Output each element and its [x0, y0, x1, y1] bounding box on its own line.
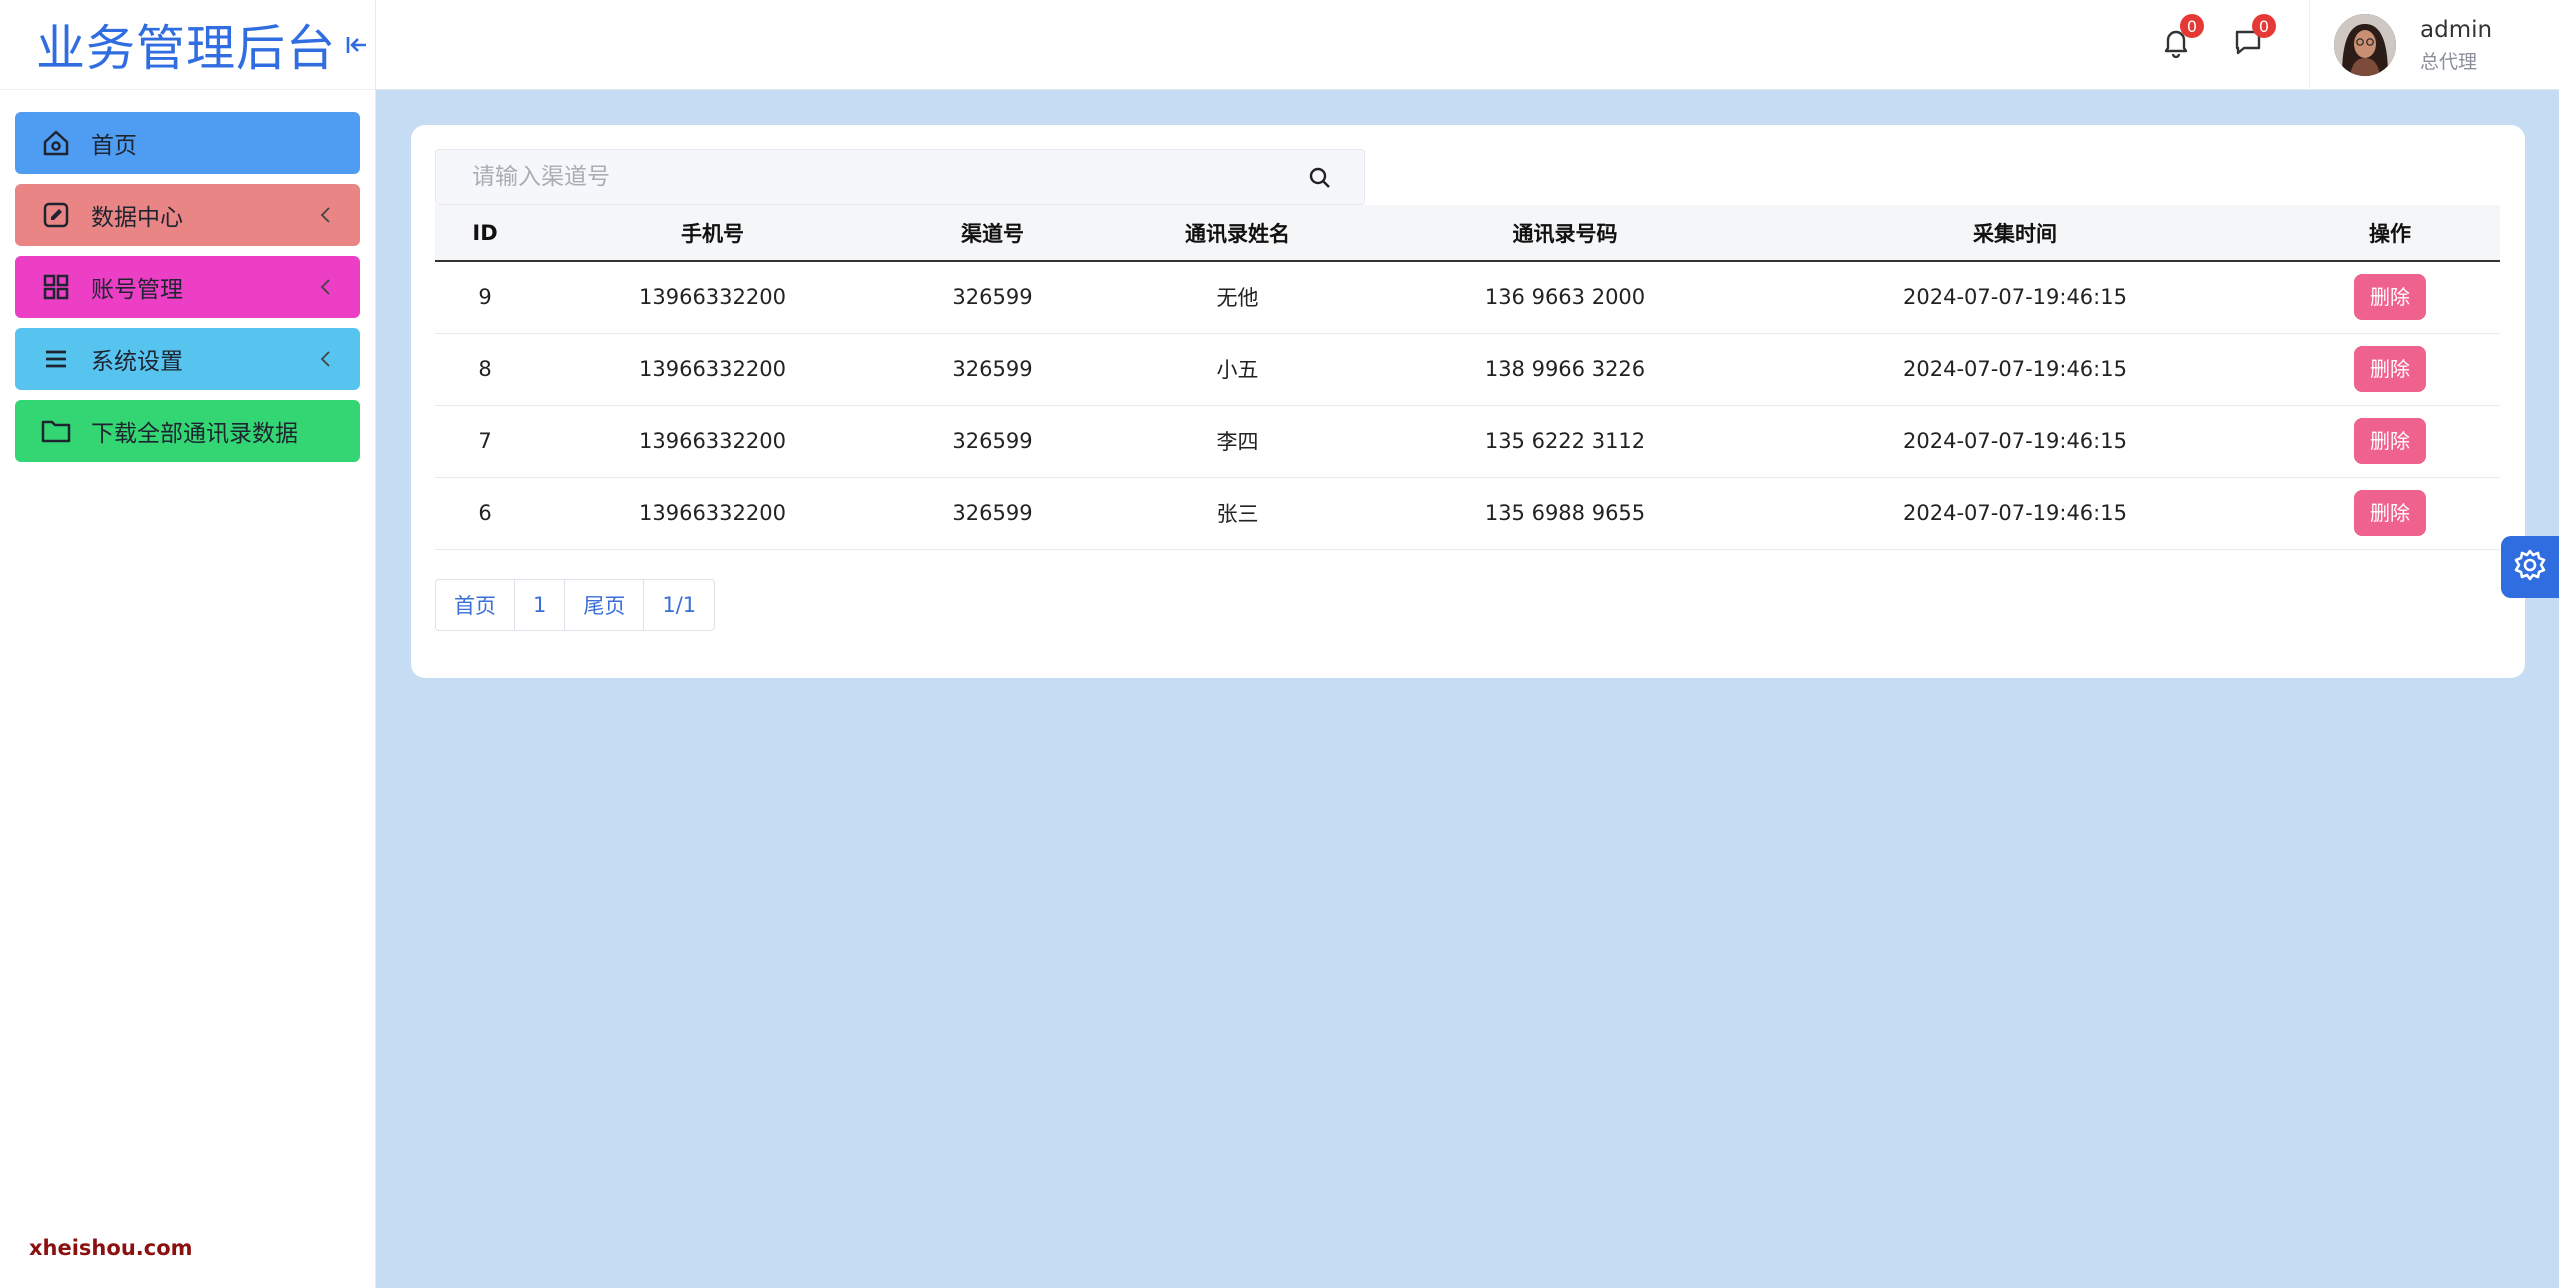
cell-contact-number: 135 6988 9655 — [1380, 477, 1750, 550]
cell-id: 9 — [435, 261, 535, 334]
sidebar-item-settings[interactable]: 系统设置 — [15, 328, 360, 390]
sidebar-item-download[interactable]: 下载全部通讯录数据 — [15, 400, 360, 462]
page-last-button[interactable]: 尾页 — [565, 580, 645, 630]
sidebar-item-home[interactable]: 首页 — [15, 112, 360, 174]
chevron-left-icon — [316, 277, 336, 297]
cell-contact-name: 无他 — [1095, 261, 1380, 334]
user-name: admin — [2420, 16, 2493, 43]
cell-id: 7 — [435, 405, 535, 478]
page-summary: 1/1 — [662, 593, 697, 617]
cell-collected-time: 2024-07-07-19:46:15 — [1750, 477, 2280, 550]
messages-button[interactable]: 0 — [2226, 14, 2276, 66]
footer-link[interactable]: xheishou.com — [29, 1236, 193, 1260]
delete-button[interactable]: 删除 — [2354, 490, 2426, 536]
cell-channel: 326599 — [890, 333, 1095, 406]
table-row: 6 13966332200 326599 张三 135 6988 9655 20… — [435, 477, 2500, 550]
delete-button[interactable]: 删除 — [2354, 274, 2426, 321]
cell-action: 删除 — [2280, 261, 2500, 334]
channel-search-input[interactable] — [436, 150, 1364, 204]
sidebar-item-account[interactable]: 账号管理 — [15, 256, 360, 318]
column-header: ID — [435, 205, 535, 262]
pagination: 首页 1 尾页 1/1 — [435, 579, 716, 631]
brand-header: 业务管理后台 — [0, 0, 375, 90]
cell-collected-time: 2024-07-07-19:46:15 — [1750, 261, 2280, 334]
cell-contact-number: 138 9966 3226 — [1380, 333, 1750, 406]
cell-contact-name: 小五 — [1095, 333, 1380, 406]
cell-contact-name: 李四 — [1095, 405, 1380, 478]
content-card: ID 手机号 渠道号 通讯录姓名 通讯录号码 采集时间 操作 9 1396633… — [411, 125, 2525, 678]
user-menu[interactable]: admin 总代理 — [2309, 0, 2559, 90]
avatar — [2334, 14, 2396, 76]
sidebar-item-data-center[interactable]: 数据中心 — [15, 184, 360, 246]
sidebar-menu: 首页 数据中心 账号管理 系统设置 下载全部通讯录数据 — [0, 90, 375, 462]
cell-channel: 326599 — [890, 477, 1095, 550]
grid-icon — [39, 270, 73, 304]
settings-fab-button[interactable] — [2501, 536, 2559, 598]
search-box — [435, 149, 1365, 205]
cell-phone: 13966332200 — [535, 405, 890, 478]
user-info: admin 总代理 — [2420, 17, 2492, 74]
sidebar-item-label: 数据中心 — [91, 205, 183, 231]
column-header: 操作 — [2280, 205, 2500, 262]
contacts-table: ID 手机号 渠道号 通讯录姓名 通讯录号码 采集时间 操作 9 1396633… — [435, 205, 2500, 550]
column-header: 渠道号 — [890, 205, 1095, 262]
cell-action: 删除 — [2280, 477, 2500, 550]
delete-button[interactable]: 删除 — [2354, 346, 2426, 392]
column-header: 采集时间 — [1750, 205, 2280, 262]
cell-collected-time: 2024-07-07-19:46:15 — [1750, 333, 2280, 406]
folder-icon — [39, 414, 73, 448]
page-first-button[interactable]: 首页 — [436, 580, 515, 630]
sidebar-item-label: 账号管理 — [91, 277, 183, 303]
column-header: 通讯录号码 — [1380, 205, 1750, 262]
cell-channel: 326599 — [890, 405, 1095, 478]
sidebar-item-label: 下载全部通讯录数据 — [91, 421, 298, 447]
chevron-left-icon — [316, 349, 336, 369]
table-header: ID 手机号 渠道号 通讯录姓名 通讯录号码 采集时间 操作 — [435, 205, 2500, 262]
table-row: 7 13966332200 326599 李四 135 6222 3112 20… — [435, 405, 2500, 478]
cell-phone: 13966332200 — [535, 261, 890, 334]
collapse-left-icon[interactable] — [344, 32, 370, 58]
cell-collected-time: 2024-07-07-19:46:15 — [1750, 405, 2280, 478]
sidebar-item-label: 系统设置 — [91, 349, 183, 375]
message-count-badge: 0 — [2252, 14, 2276, 38]
notifications-button[interactable]: 0 — [2154, 14, 2204, 66]
column-header: 手机号 — [535, 205, 890, 262]
brand-title: 业务管理后台 — [36, 20, 337, 77]
sidebar-item-label: 首页 — [91, 133, 137, 159]
table-row: 8 13966332200 326599 小五 138 9966 3226 20… — [435, 333, 2500, 406]
top-header: 0 0 admin 总代理 — [376, 0, 2559, 90]
user-role: 总代理 — [2420, 50, 2478, 73]
chevron-left-icon — [316, 205, 336, 225]
menu-icon — [39, 342, 73, 376]
cell-contact-number: 136 9663 2000 — [1380, 261, 1750, 334]
page-number-button[interactable]: 1 — [515, 580, 566, 630]
gear-icon — [2513, 548, 2547, 586]
cell-channel: 326599 — [890, 261, 1095, 334]
cell-action: 删除 — [2280, 333, 2500, 406]
sidebar: 业务管理后台 首页 数据中心 账号管理 系统设置 下载全部通讯录数据 xheis… — [0, 0, 376, 1288]
cell-phone: 13966332200 — [535, 477, 890, 550]
cell-phone: 13966332200 — [535, 333, 890, 406]
table-row: 9 13966332200 326599 无他 136 9663 2000 20… — [435, 261, 2500, 334]
home-icon — [39, 126, 73, 160]
cell-contact-number: 135 6222 3112 — [1380, 405, 1750, 478]
column-header: 通讯录姓名 — [1095, 205, 1380, 262]
search-icon[interactable] — [1306, 164, 1334, 192]
cell-contact-name: 张三 — [1095, 477, 1380, 550]
delete-button[interactable]: 删除 — [2354, 418, 2426, 464]
cell-id: 8 — [435, 333, 535, 406]
edit-icon — [39, 198, 73, 232]
notification-count-badge: 0 — [2180, 14, 2204, 38]
cell-action: 删除 — [2280, 405, 2500, 478]
cell-id: 6 — [435, 477, 535, 550]
